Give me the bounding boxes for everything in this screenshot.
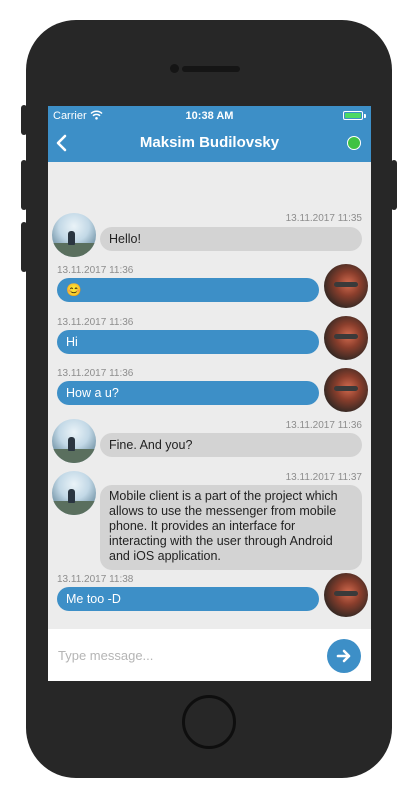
volume-up-button xyxy=(21,160,27,210)
contact-avatar xyxy=(52,471,96,515)
home-button[interactable] xyxy=(182,695,236,749)
message-timestamp: 13.11.2017 11:35 xyxy=(285,213,362,224)
contact-avatar xyxy=(52,213,96,257)
message-timestamp: 13.11.2017 11:36 xyxy=(57,368,134,379)
online-status-indicator xyxy=(347,136,361,150)
message-input[interactable] xyxy=(56,642,310,668)
message-timestamp: 13.11.2017 11:36 xyxy=(57,317,134,328)
user-avatar xyxy=(324,264,368,308)
user-avatar xyxy=(324,573,368,617)
battery-tip xyxy=(364,114,366,118)
user-avatar xyxy=(324,316,368,360)
outgoing-message: Me too -D xyxy=(57,587,319,611)
speaker-grille xyxy=(182,66,240,72)
message-timestamp: 13.11.2017 11:36 xyxy=(57,265,134,276)
outgoing-message: 😊 xyxy=(57,278,319,302)
message-timestamp: 13.11.2017 11:37 xyxy=(285,472,362,483)
front-camera xyxy=(170,64,179,73)
message-timestamp: 13.11.2017 11:38 xyxy=(57,574,134,585)
incoming-message: Fine. And you? xyxy=(100,433,362,457)
contact-name: Maksim Budilovsky xyxy=(139,134,280,151)
status-time: 10:38 AM xyxy=(185,110,234,122)
outgoing-message: Hi xyxy=(57,330,319,354)
chat-header: Carrier 10:38 AM Maksim Budilovsky xyxy=(48,106,371,162)
power-button xyxy=(391,160,397,210)
user-avatar xyxy=(324,368,368,412)
incoming-message: Hello! xyxy=(100,227,362,251)
message-composer xyxy=(48,629,371,681)
arrow-right-icon xyxy=(336,649,351,663)
message-timestamp: 13.11.2017 11:36 xyxy=(285,420,362,431)
send-button[interactable] xyxy=(327,639,361,673)
incoming-message: Mobile client is a part of the project w… xyxy=(100,485,362,570)
volume-down-button xyxy=(21,222,27,272)
mute-switch xyxy=(21,105,27,135)
battery-icon xyxy=(343,111,363,120)
status-bar: Carrier 10:38 AM xyxy=(48,106,371,126)
contact-avatar xyxy=(52,419,96,463)
chat-screen: Carrier 10:38 AM Maksim Budilovsky 13.11… xyxy=(48,106,371,681)
outgoing-message: How a u? xyxy=(57,381,319,405)
